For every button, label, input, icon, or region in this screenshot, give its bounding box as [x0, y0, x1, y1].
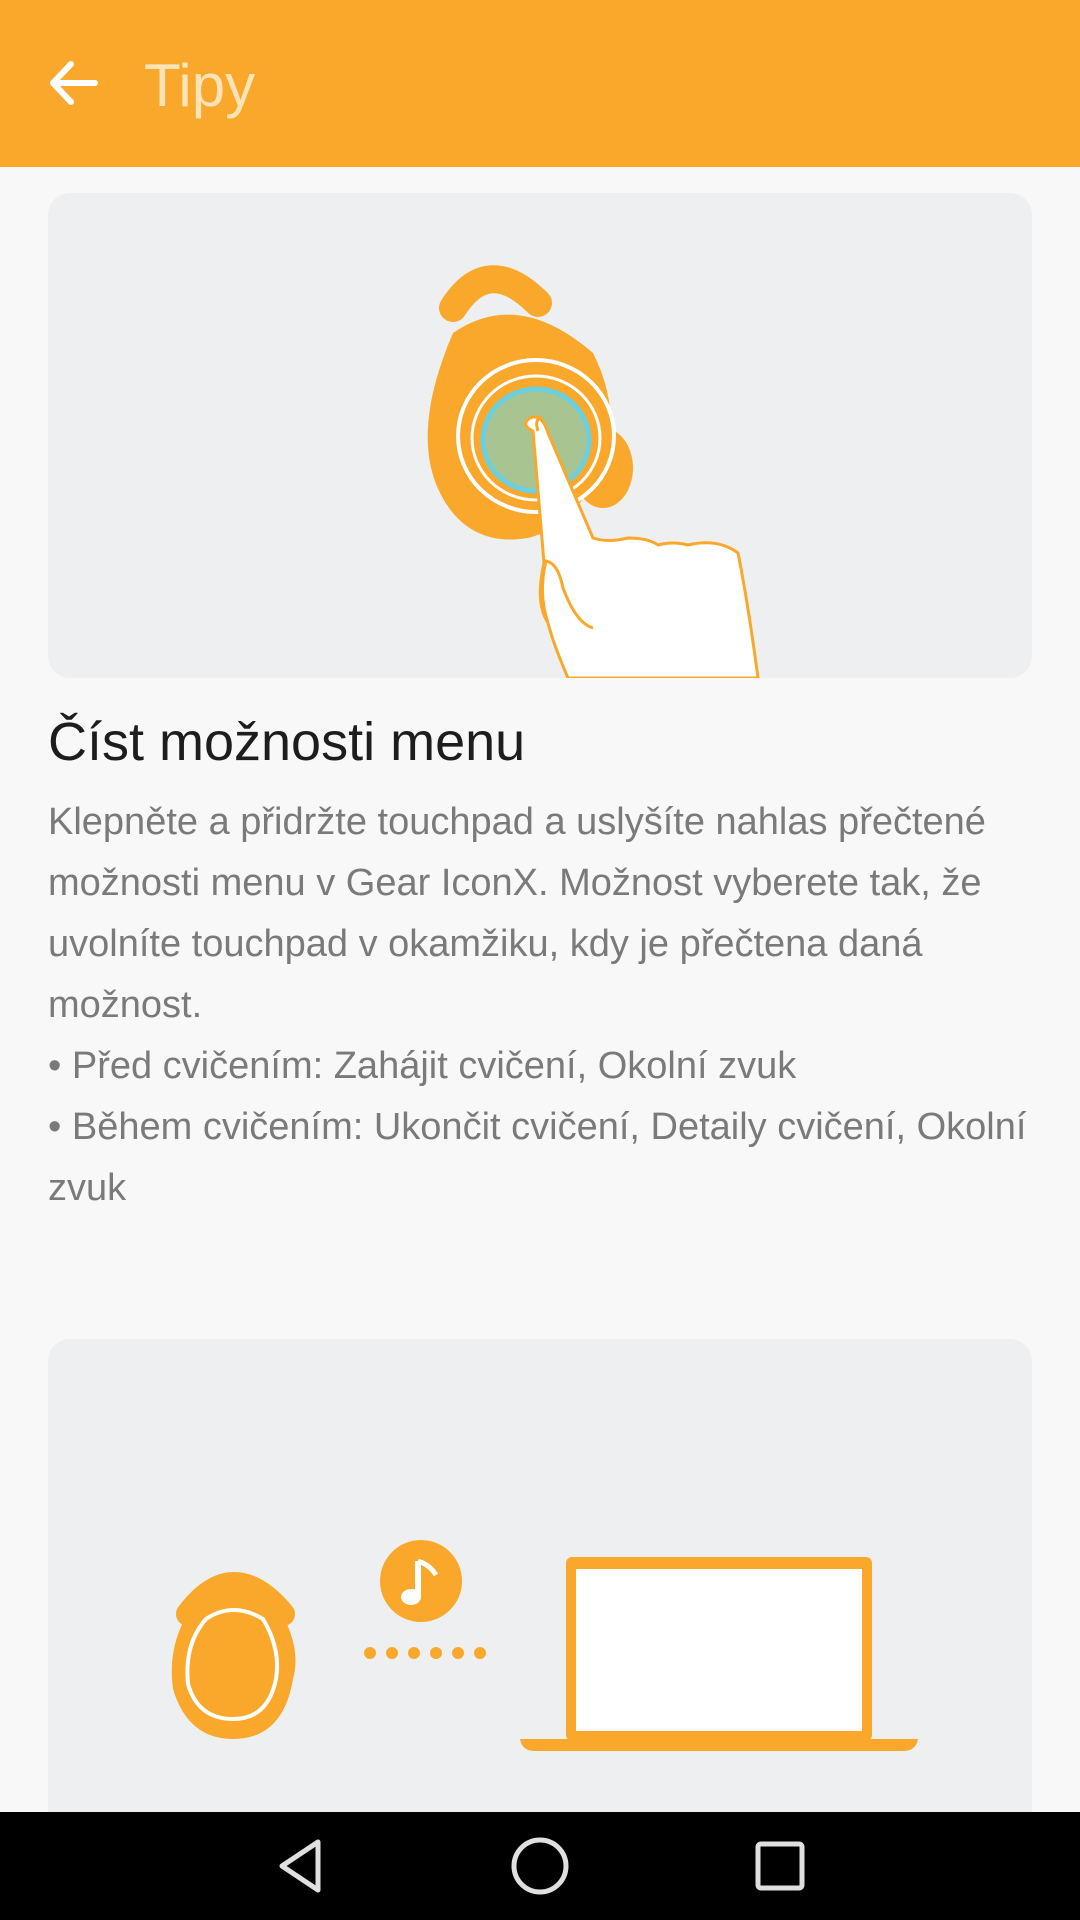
- tip-description: Klepněte a přidržte touchpad a uslyšíte …: [48, 801, 986, 1026]
- earbud-touch-illustration: [427, 265, 760, 678]
- nav-home-icon: [511, 1837, 569, 1895]
- system-nav-bar: [0, 1812, 1080, 1920]
- nav-back-icon: [279, 1839, 321, 1893]
- tip-illustration-card: [48, 193, 1032, 678]
- nav-home-button[interactable]: [500, 1826, 580, 1906]
- page-title: Tipy: [144, 52, 256, 119]
- nav-recents-button[interactable]: [740, 1826, 820, 1906]
- tip-bullet-during-workout: • Během cvičením: Ukončit cvičení, Detai…: [48, 1106, 1027, 1209]
- back-button[interactable]: [40, 50, 106, 116]
- tip-title: Číst možnosti menu: [48, 712, 526, 772]
- tip-body: Klepněte a přidržte touchpad a uslyšíte …: [48, 792, 1038, 1219]
- app-bar: Tipy: [0, 0, 1080, 167]
- arrow-back-icon: [50, 61, 98, 105]
- tip-bullet-before-workout: • Před cvičením: Zahájit cvičení, Okolní…: [48, 1045, 797, 1087]
- screen: Tipy Číst možnosti menu Klepněte a přidr…: [0, 0, 1080, 1920]
- nav-back-button[interactable]: [260, 1826, 340, 1906]
- nav-recents-icon: [755, 1841, 805, 1891]
